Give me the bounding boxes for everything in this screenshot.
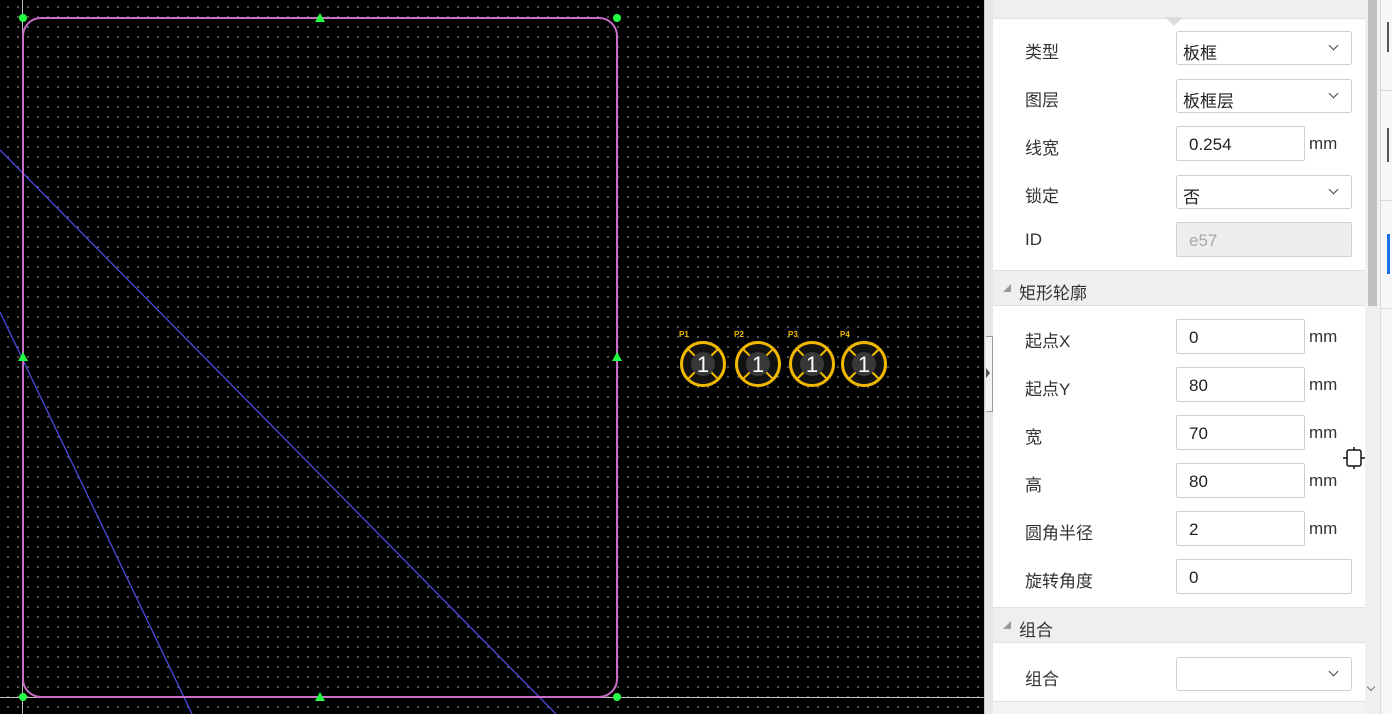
pad-number: 1 — [697, 352, 709, 377]
pad-number: 1 — [752, 352, 764, 377]
line-width-label: 线宽 — [1025, 139, 1059, 158]
width-input[interactable]: 70 — [1176, 415, 1305, 450]
height-unit: mm — [1309, 471, 1338, 490]
pad-number: 1 — [806, 352, 818, 377]
id-value: e57 — [1189, 231, 1218, 250]
corner-handle[interactable] — [19, 693, 27, 701]
width-value: 70 — [1189, 424, 1208, 443]
start-y-input[interactable]: 80 — [1176, 367, 1305, 402]
start-x-input[interactable]: 0 — [1176, 319, 1305, 354]
pad-p4[interactable]: 1 P4 — [840, 330, 887, 387]
layer-label: 图层 — [1025, 91, 1059, 110]
line-width-value: 0.254 — [1189, 135, 1232, 154]
layer-select[interactable]: 板框层 — [1176, 79, 1352, 113]
status-bar-remnant — [993, 701, 1365, 714]
corner-radius-value: 2 — [1189, 520, 1199, 539]
ratsnest-line — [0, 311, 193, 714]
corner-radius-label: 圆角半径 — [1025, 524, 1093, 543]
start-y-label: 起点Y — [1025, 380, 1071, 399]
side-tab[interactable] — [1387, 22, 1389, 52]
corner-handle[interactable] — [19, 14, 27, 22]
chevron-down-icon — [1328, 88, 1339, 99]
chevron-down-icon — [1328, 40, 1339, 51]
pad-p3[interactable]: 1 P3 — [788, 330, 835, 387]
start-y-value: 80 — [1189, 376, 1208, 395]
rect-outline-section-header[interactable]: 矩形轮廓 — [993, 270, 1365, 306]
width-unit: mm — [1309, 423, 1338, 442]
pad-p1[interactable]: 1 P1 — [679, 330, 726, 387]
corner-handle[interactable] — [613, 14, 621, 22]
line-width-unit: mm — [1309, 134, 1338, 153]
pad-label: P4 — [840, 330, 850, 339]
collapse-triangle-icon — [1003, 621, 1011, 629]
edge-handle[interactable] — [612, 352, 622, 361]
type-value: 板框 — [1183, 44, 1217, 63]
group-label: 组合 — [1025, 670, 1059, 689]
corner-handle[interactable] — [613, 693, 621, 701]
collapse-triangle-icon — [1003, 284, 1011, 292]
pcb-canvas[interactable]: 1 P1 1 P2 1 P3 1 P4 — [0, 0, 984, 714]
height-value: 80 — [1189, 472, 1208, 491]
tab-separator — [1381, 200, 1392, 201]
scrollbar-thumb[interactable] — [1368, 0, 1377, 306]
lock-label: 锁定 — [1025, 187, 1059, 206]
header-caret-icon — [1165, 17, 1183, 26]
pad-label: P1 — [679, 330, 689, 339]
rotation-label: 旋转角度 — [1025, 572, 1093, 591]
section-title: 矩形轮廓 — [1019, 284, 1087, 303]
pad-p2[interactable]: 1 P2 — [734, 330, 781, 387]
line-width-input[interactable]: 0.254 — [1176, 126, 1305, 161]
width-label: 宽 — [1025, 428, 1042, 447]
id-label: ID — [1025, 230, 1042, 249]
id-field: e57 — [1176, 222, 1352, 257]
height-label: 高 — [1025, 476, 1042, 495]
scroll-down-arrow-icon[interactable] — [1366, 682, 1376, 692]
layer-value: 板框层 — [1183, 92, 1234, 111]
rotation-input[interactable]: 0 — [1176, 559, 1352, 594]
board-outline[interactable] — [22, 17, 618, 698]
start-x-label: 起点X — [1025, 332, 1071, 351]
properties-panel: 类型 板框 图层 板框层 线宽 0.254 mm 锁定 否 ID e57 矩形轮… — [993, 0, 1365, 714]
pad-label: P2 — [734, 330, 744, 339]
tab-separator — [1381, 308, 1392, 309]
pcb-drawing[interactable]: 1 P1 1 P2 1 P3 1 P4 — [0, 0, 984, 714]
chevron-down-icon — [1328, 666, 1339, 677]
panel-scrollbar[interactable] — [1365, 0, 1380, 714]
lock-select[interactable]: 否 — [1176, 175, 1352, 209]
type-label: 类型 — [1025, 43, 1059, 62]
pad-number: 1 — [858, 352, 870, 377]
right-tab-strip — [1380, 0, 1392, 714]
group-section-header[interactable]: 组合 — [993, 607, 1365, 643]
corner-radius-unit: mm — [1309, 519, 1338, 538]
pad-label: P3 — [788, 330, 798, 339]
height-input[interactable]: 80 — [1176, 463, 1305, 498]
resize-cursor-icon — [1343, 447, 1365, 469]
ratsnest-line — [0, 149, 557, 714]
lock-value: 否 — [1183, 188, 1200, 207]
corner-radius-input[interactable]: 2 — [1176, 511, 1305, 546]
start-y-unit: mm — [1309, 375, 1338, 394]
rotation-value: 0 — [1189, 568, 1199, 587]
collapse-panel-handle[interactable] — [986, 336, 993, 412]
group-select[interactable] — [1176, 657, 1352, 691]
chevron-down-icon — [1328, 184, 1339, 195]
tab-separator — [1381, 90, 1392, 91]
type-select[interactable]: 板框 — [1176, 31, 1352, 65]
section-title: 组合 — [1019, 621, 1053, 640]
start-x-value: 0 — [1189, 328, 1199, 347]
start-x-unit: mm — [1309, 327, 1338, 346]
side-tab-active[interactable] — [1387, 234, 1390, 274]
side-tab[interactable] — [1387, 128, 1389, 162]
